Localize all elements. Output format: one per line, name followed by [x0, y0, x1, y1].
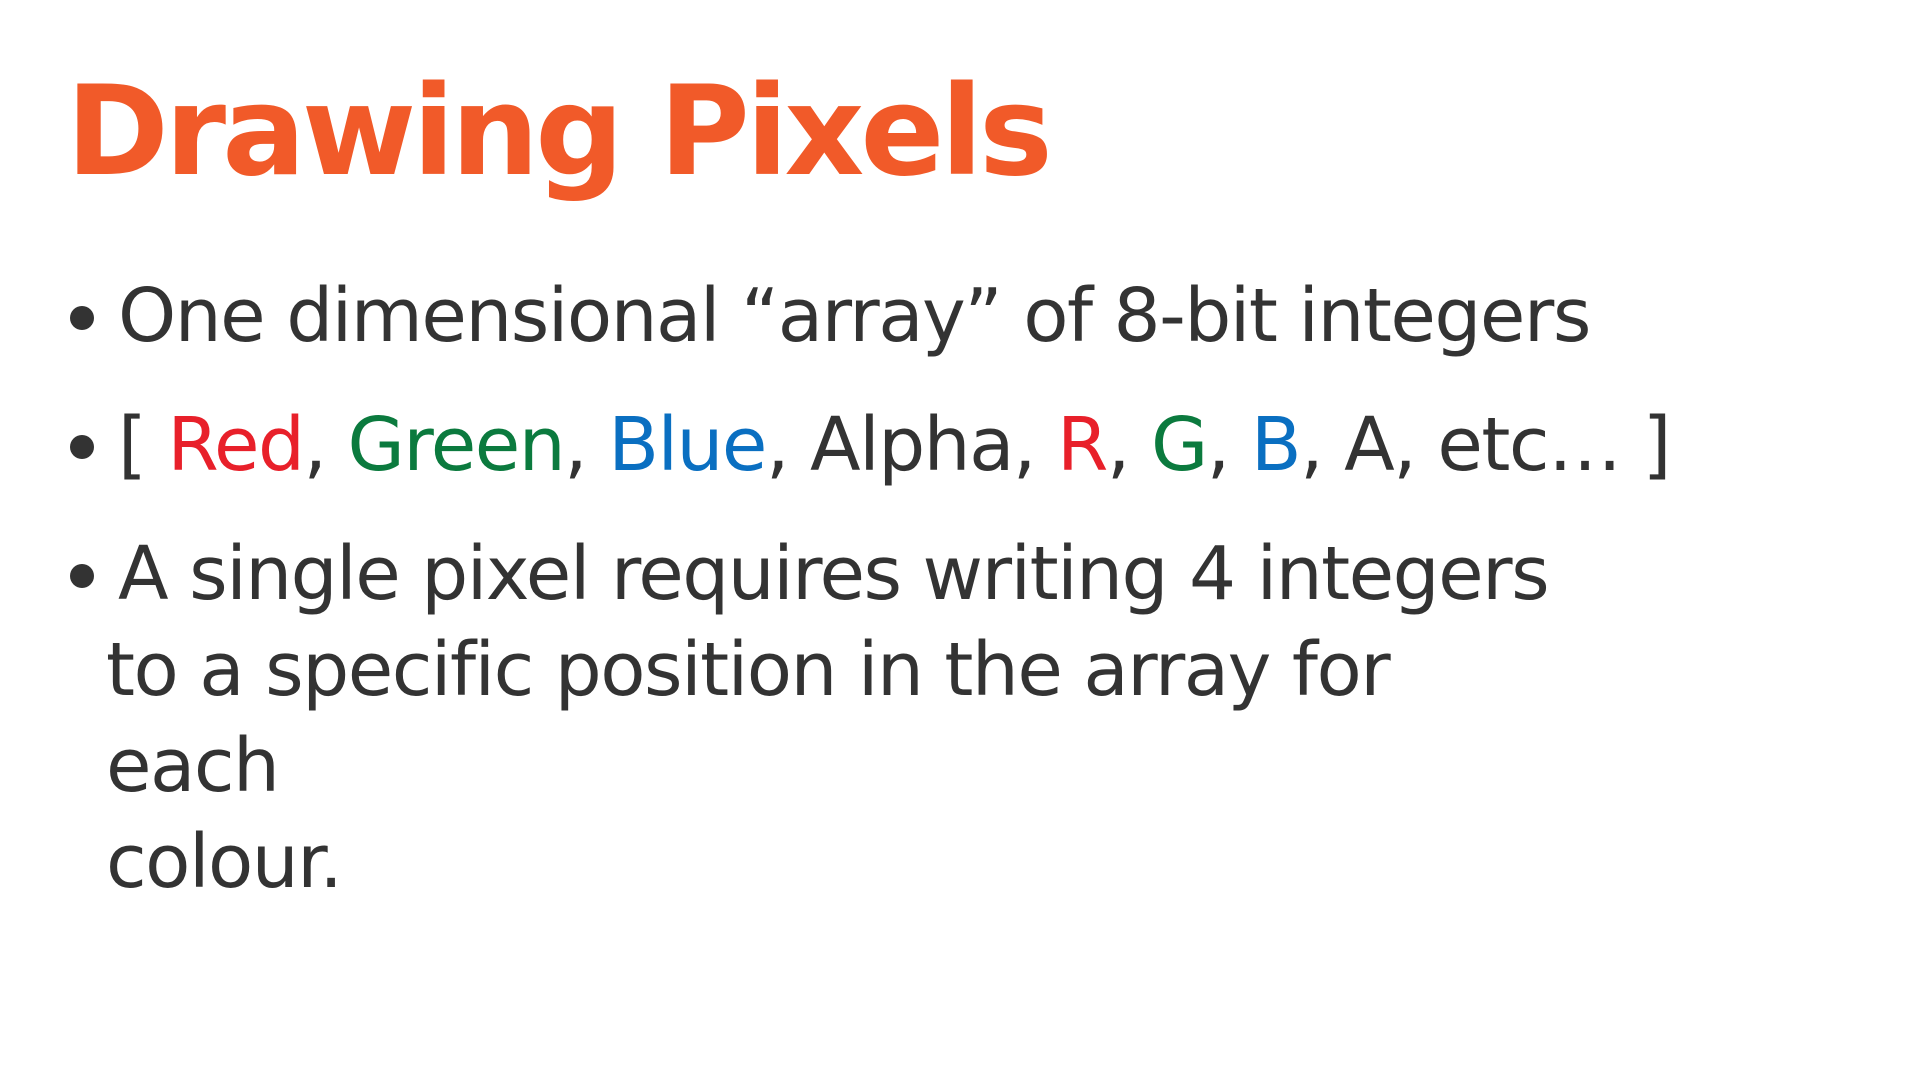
bullet-item-3: A single pixel requires writing 4 intege…	[66, 526, 1578, 910]
bullet-text: One dimensional “array” of 8-bit integer…	[118, 273, 1591, 359]
bullet-line-3: colour.	[106, 819, 343, 905]
seg-comma-1: ,	[303, 402, 348, 488]
bullet-line-2: to a specific position in the array for …	[106, 627, 1391, 809]
seg-b: B	[1250, 402, 1302, 488]
bullet-item-2: [ Red, Green, Blue, Alpha, R, G, B, A, e…	[66, 397, 1671, 493]
bullet-list: One dimensional “array” of 8-bit integer…	[66, 268, 1671, 943]
seg-alpha: , Alpha,	[765, 402, 1057, 488]
slide-title: Drawing Pixels	[66, 60, 1053, 204]
seg-red: Red	[167, 402, 305, 488]
bullet-dot-icon	[70, 435, 94, 459]
seg-r: R	[1056, 402, 1108, 488]
bullet-dot-icon	[70, 564, 94, 588]
seg-comma-2: ,	[564, 402, 609, 488]
bullet-line-1: A single pixel requires writing 4 intege…	[118, 531, 1550, 617]
seg-comma-3: ,	[1106, 402, 1151, 488]
seg-comma-4: ,	[1206, 402, 1251, 488]
seg-g: G	[1150, 402, 1208, 488]
seg-open-bracket: [	[118, 402, 168, 488]
slide: Drawing Pixels One dimensional “array” o…	[0, 0, 1920, 1080]
bullet-item-1: One dimensional “array” of 8-bit integer…	[66, 268, 1666, 364]
seg-green: Green	[347, 402, 566, 488]
bullet-dot-icon	[70, 306, 94, 330]
seg-a-etc: , A, etc… ]	[1300, 402, 1671, 488]
seg-blue: Blue	[608, 402, 767, 488]
